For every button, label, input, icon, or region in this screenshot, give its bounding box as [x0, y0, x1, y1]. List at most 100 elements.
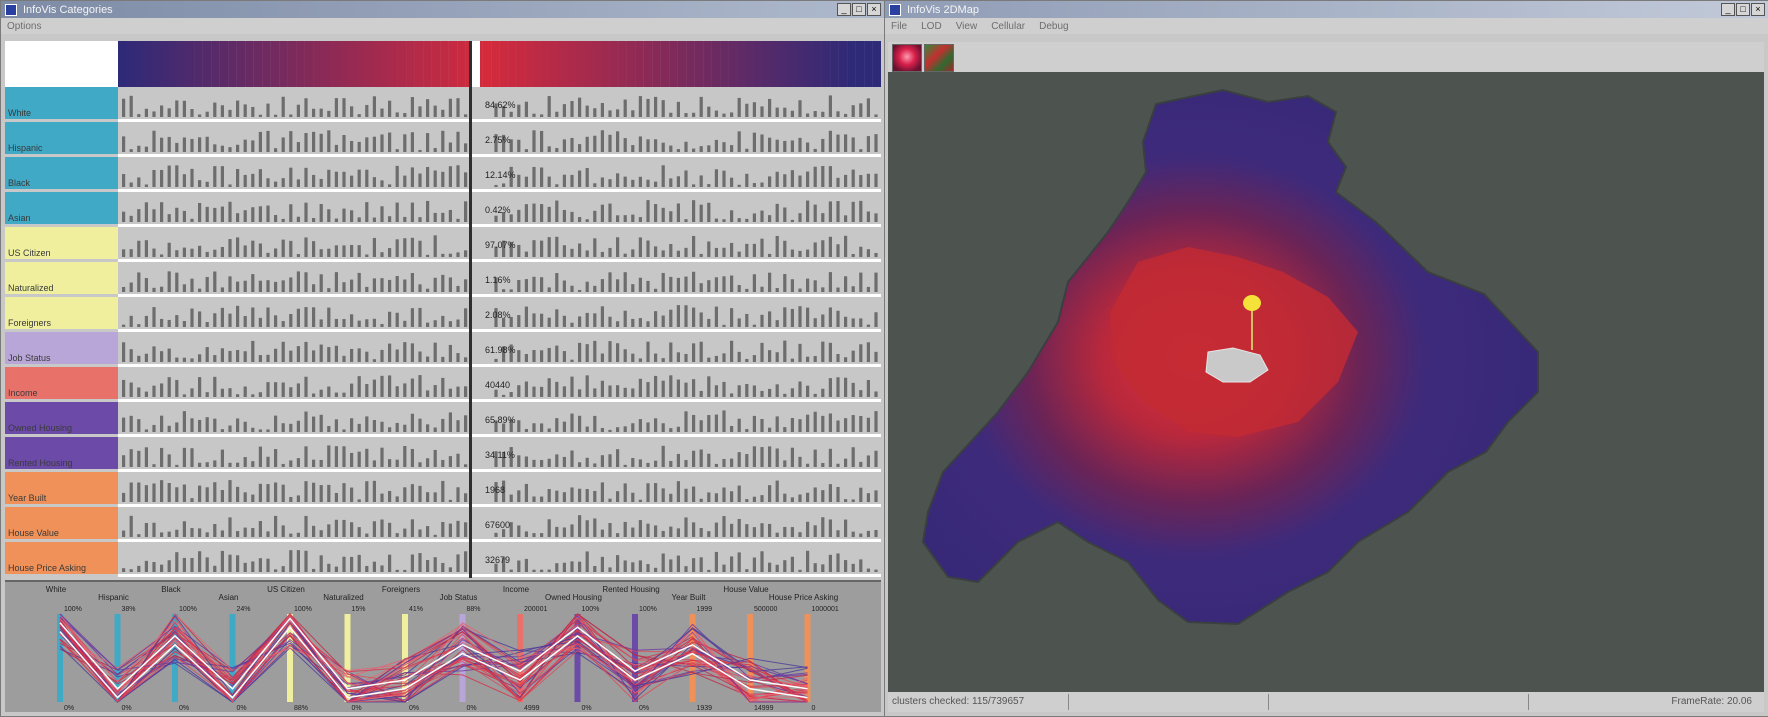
strip-cell[interactable]: [236, 41, 246, 87]
strip-cell[interactable]: [346, 41, 356, 87]
strip-cell[interactable]: [533, 41, 543, 87]
strip-cell[interactable]: [355, 41, 365, 87]
category-label[interactable]: Owned Housing: [5, 402, 118, 434]
strip-cell[interactable]: [372, 41, 381, 87]
category-row[interactable]: Income 40440: [5, 367, 881, 402]
category-label[interactable]: Asian: [5, 192, 118, 224]
strip-cell[interactable]: [431, 41, 441, 87]
category-label[interactable]: Income: [5, 367, 118, 399]
strip-cell[interactable]: [830, 41, 839, 87]
strip-cell[interactable]: [389, 41, 398, 87]
strip-cell[interactable]: [202, 41, 212, 87]
category-label[interactable]: White: [5, 87, 118, 119]
map-texture-icon[interactable]: [924, 44, 954, 72]
strip-cell[interactable]: [847, 41, 856, 87]
category-label[interactable]: Job Status: [5, 332, 118, 364]
strip-cell[interactable]: [703, 41, 712, 87]
strip-cell[interactable]: [126, 41, 136, 87]
strip-cell[interactable]: [262, 41, 271, 87]
strip-cell[interactable]: [185, 41, 195, 87]
strip-cell[interactable]: [457, 41, 466, 87]
strip-cell[interactable]: [584, 41, 593, 87]
strip-cell[interactable]: [660, 41, 670, 87]
maximize-button[interactable]: □: [1736, 3, 1750, 16]
menu-file[interactable]: File: [891, 21, 907, 32]
strip-cell[interactable]: [796, 41, 805, 87]
menu-debug[interactable]: Debug: [1039, 21, 1068, 32]
category-row[interactable]: Job Status 61.98%: [5, 332, 881, 367]
category-row[interactable]: Asian 0.42%: [5, 192, 881, 227]
menu-lod[interactable]: LOD: [921, 21, 942, 32]
strip-cell[interactable]: [542, 41, 551, 87]
maximize-button[interactable]: □: [852, 3, 866, 16]
menu-cellular[interactable]: Cellular: [991, 21, 1025, 32]
category-label[interactable]: Naturalized: [5, 262, 118, 294]
close-button[interactable]: ×: [867, 3, 881, 16]
map-view[interactable]: [888, 72, 1764, 692]
category-row[interactable]: Foreigners 2.08%: [5, 297, 881, 332]
category-row[interactable]: House Value 67600: [5, 507, 881, 542]
strip-cell[interactable]: [686, 41, 695, 87]
menu-options[interactable]: Options: [7, 21, 41, 32]
color-strip[interactable]: [118, 41, 881, 87]
strip-cell[interactable]: [253, 41, 263, 87]
strip-cell[interactable]: [677, 41, 687, 87]
strip-cell[interactable]: [618, 41, 627, 87]
strip-cell[interactable]: [872, 41, 881, 87]
category-label[interactable]: Foreigners: [5, 297, 118, 329]
strip-cell[interactable]: [567, 41, 577, 87]
strip-cell[interactable]: [330, 41, 339, 87]
category-row[interactable]: House Price Asking 32679: [5, 542, 881, 577]
strip-cell[interactable]: [448, 41, 458, 87]
selection-divider[interactable]: [469, 41, 472, 578]
category-row[interactable]: Naturalized 1.16%: [5, 262, 881, 297]
category-label[interactable]: House Value: [5, 507, 118, 539]
menu-view[interactable]: View: [956, 21, 978, 32]
strip-cell[interactable]: [499, 41, 509, 87]
category-label[interactable]: US Citizen: [5, 227, 118, 259]
category-row[interactable]: Year Built 1968: [5, 472, 881, 507]
strip-cell[interactable]: [118, 41, 127, 87]
strip-cell[interactable]: [728, 41, 738, 87]
strip-cell[interactable]: [762, 41, 772, 87]
strip-cell[interactable]: [592, 41, 602, 87]
strip-cell[interactable]: [804, 41, 814, 87]
strip-cell[interactable]: [482, 41, 492, 87]
strip-cell[interactable]: [491, 41, 500, 87]
strip-cell[interactable]: [177, 41, 186, 87]
strip-cell[interactable]: [296, 41, 305, 87]
strip-cell[interactable]: [737, 41, 746, 87]
strip-cell[interactable]: [550, 41, 560, 87]
strip-cell[interactable]: [211, 41, 220, 87]
county-map[interactable]: [888, 72, 1764, 692]
strip-cell[interactable]: [558, 41, 568, 87]
strip-cell[interactable]: [270, 41, 280, 87]
close-button[interactable]: ×: [1751, 3, 1765, 16]
strip-cell[interactable]: [219, 41, 229, 87]
strip-cell[interactable]: [575, 41, 585, 87]
strip-cell[interactable]: [304, 41, 314, 87]
parallel-coordinates-panel[interactable]: White 100% 0% Hispanic 38% 0% Black 100% 0% Asian…: [5, 580, 881, 712]
category-label[interactable]: Rented Housing: [5, 437, 118, 469]
category-row[interactable]: Owned Housing 65.89%: [5, 402, 881, 437]
category-label[interactable]: Year Built: [5, 472, 118, 504]
strip-cell[interactable]: [406, 41, 415, 87]
category-label[interactable]: House Price Asking: [5, 542, 118, 574]
strip-cell[interactable]: [194, 41, 203, 87]
strip-cell[interactable]: [855, 41, 865, 87]
strip-cell[interactable]: [363, 41, 373, 87]
strip-cell[interactable]: [643, 41, 653, 87]
strip-cell[interactable]: [779, 41, 789, 87]
strip-cell[interactable]: [423, 41, 432, 87]
strip-cell[interactable]: [516, 41, 526, 87]
strip-cell[interactable]: [635, 41, 644, 87]
strip-cell[interactable]: [745, 41, 755, 87]
strip-cell[interactable]: [609, 41, 619, 87]
strip-cell[interactable]: [321, 41, 331, 87]
category-row[interactable]: US Citizen 97.07%: [5, 227, 881, 262]
strip-cell[interactable]: [525, 41, 534, 87]
minimize-button[interactable]: _: [1721, 3, 1735, 16]
strip-cell[interactable]: [414, 41, 424, 87]
strip-cell[interactable]: [720, 41, 729, 87]
category-label[interactable]: Black: [5, 157, 118, 189]
